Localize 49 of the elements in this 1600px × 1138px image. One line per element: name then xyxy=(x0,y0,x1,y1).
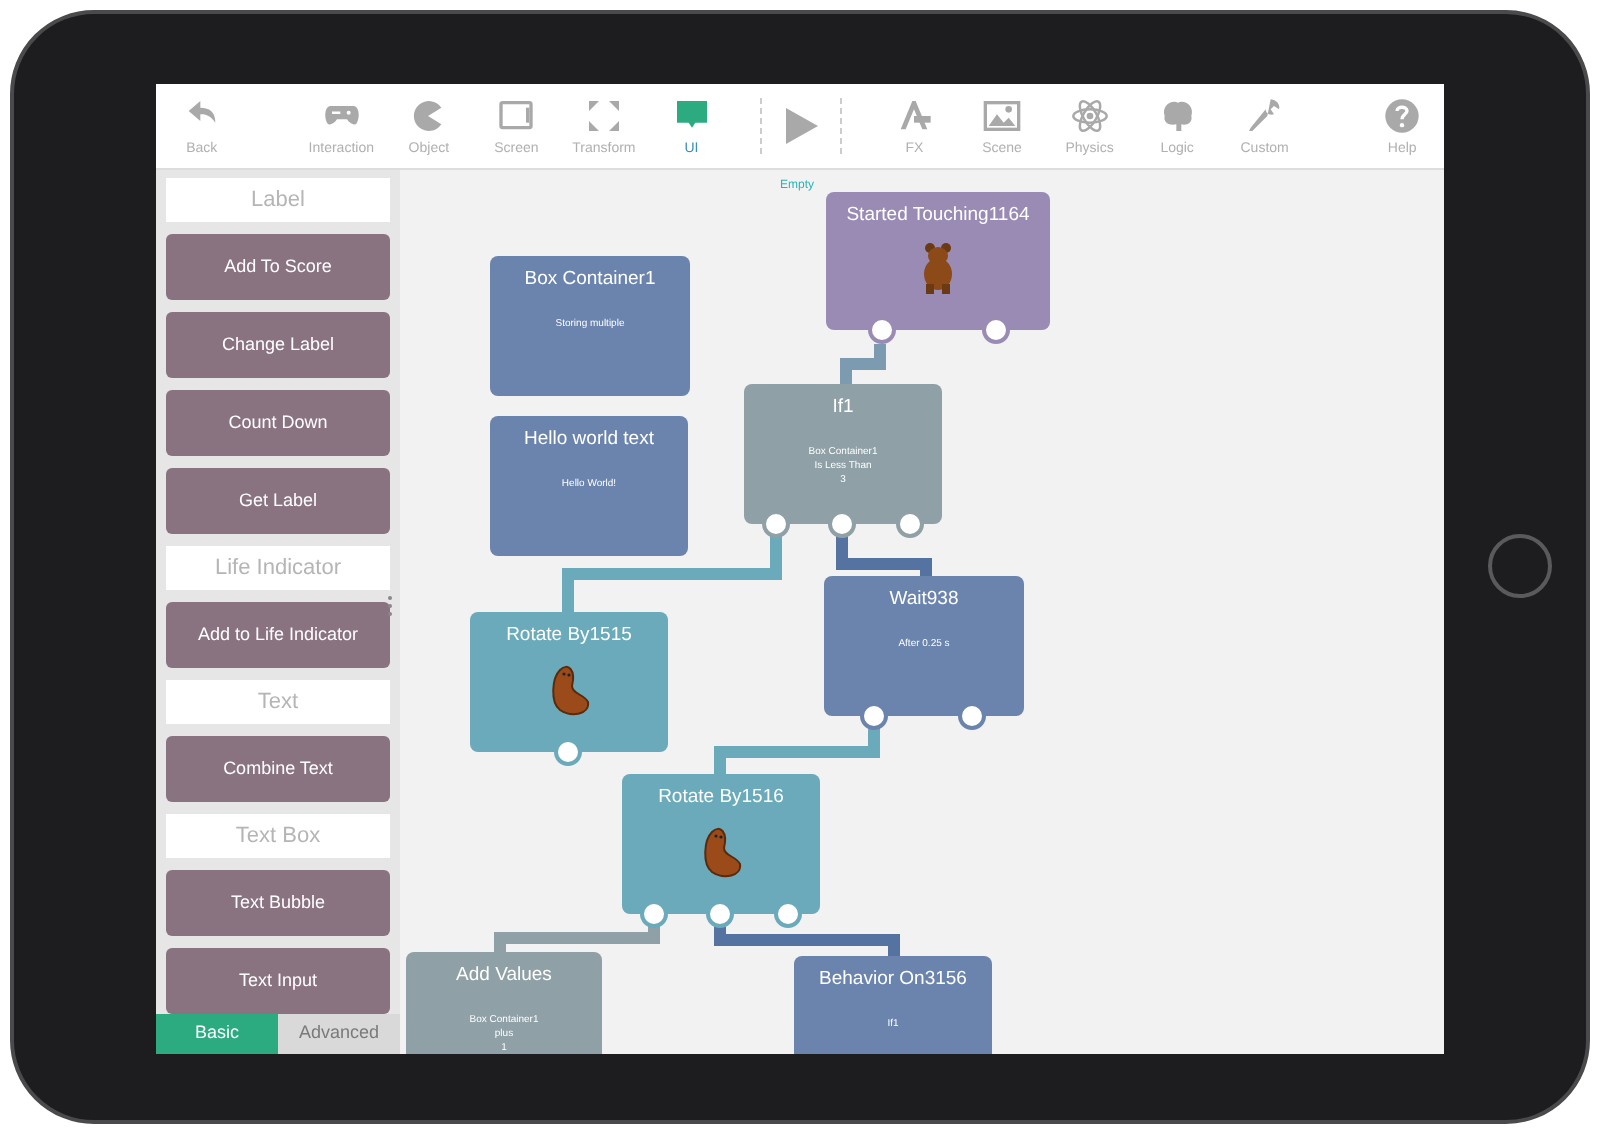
block-button[interactable]: Add To Score xyxy=(166,234,390,300)
connector-line xyxy=(840,344,886,384)
card-title: Rotate By1515 xyxy=(506,622,632,650)
behavior-card[interactable]: Rotate By1516 xyxy=(622,774,820,914)
connector-line xyxy=(836,536,932,576)
block-button[interactable]: Change Label xyxy=(166,312,390,378)
output-port[interactable] xyxy=(706,900,734,928)
block-button[interactable]: Text Bubble xyxy=(166,870,390,936)
output-port[interactable] xyxy=(896,510,924,538)
output-port[interactable] xyxy=(774,900,802,928)
card-title: Add Values xyxy=(456,962,552,990)
output-port[interactable] xyxy=(958,702,986,730)
card-title: Rotate By1516 xyxy=(658,784,784,812)
output-port[interactable] xyxy=(828,510,856,538)
screen-icon xyxy=(496,95,537,135)
sidebar-tab[interactable]: Basic xyxy=(156,1014,278,1054)
card-title: Started Touching1164 xyxy=(846,202,1030,230)
section-header: Life Indicator xyxy=(166,546,390,590)
home-button[interactable] xyxy=(1488,534,1552,598)
section-header: Label xyxy=(166,178,390,222)
bear-drawing xyxy=(920,242,956,295)
block-button[interactable]: Count Down xyxy=(166,390,390,456)
block-button[interactable]: Add to Life Indicator xyxy=(166,602,390,668)
output-port[interactable] xyxy=(868,316,896,344)
card-title: Box Container1 xyxy=(524,266,656,294)
section-header: Text xyxy=(166,680,390,724)
card-title: Behavior On3156 xyxy=(819,966,967,994)
sidebar-tab[interactable]: Advanced xyxy=(278,1014,400,1054)
atom-icon xyxy=(1069,95,1110,135)
block-button[interactable]: Get Label xyxy=(166,468,390,534)
behavior-card[interactable]: Rotate By1515 xyxy=(470,612,668,752)
output-port[interactable] xyxy=(860,702,888,730)
output-port[interactable] xyxy=(554,738,582,766)
section-header: Text Box xyxy=(166,814,390,858)
drag-handle-icon[interactable] xyxy=(386,594,394,618)
output-port[interactable] xyxy=(640,900,668,928)
card-title: If1 xyxy=(832,394,854,422)
output-port[interactable] xyxy=(982,316,1010,344)
block-button[interactable]: Text Input xyxy=(166,948,390,1014)
output-port[interactable] xyxy=(762,510,790,538)
help-icon xyxy=(1382,95,1423,135)
bean-drawing xyxy=(699,824,743,881)
block-button[interactable]: Combine Text xyxy=(166,736,390,802)
expand-arrows-icon xyxy=(583,95,624,135)
bean-drawing xyxy=(547,662,591,719)
behavior-card[interactable]: Started Touching1164 xyxy=(826,192,1050,330)
image-icon xyxy=(982,95,1023,135)
card-title: Hello world text xyxy=(524,426,654,454)
card-title: Wait938 xyxy=(889,586,959,614)
